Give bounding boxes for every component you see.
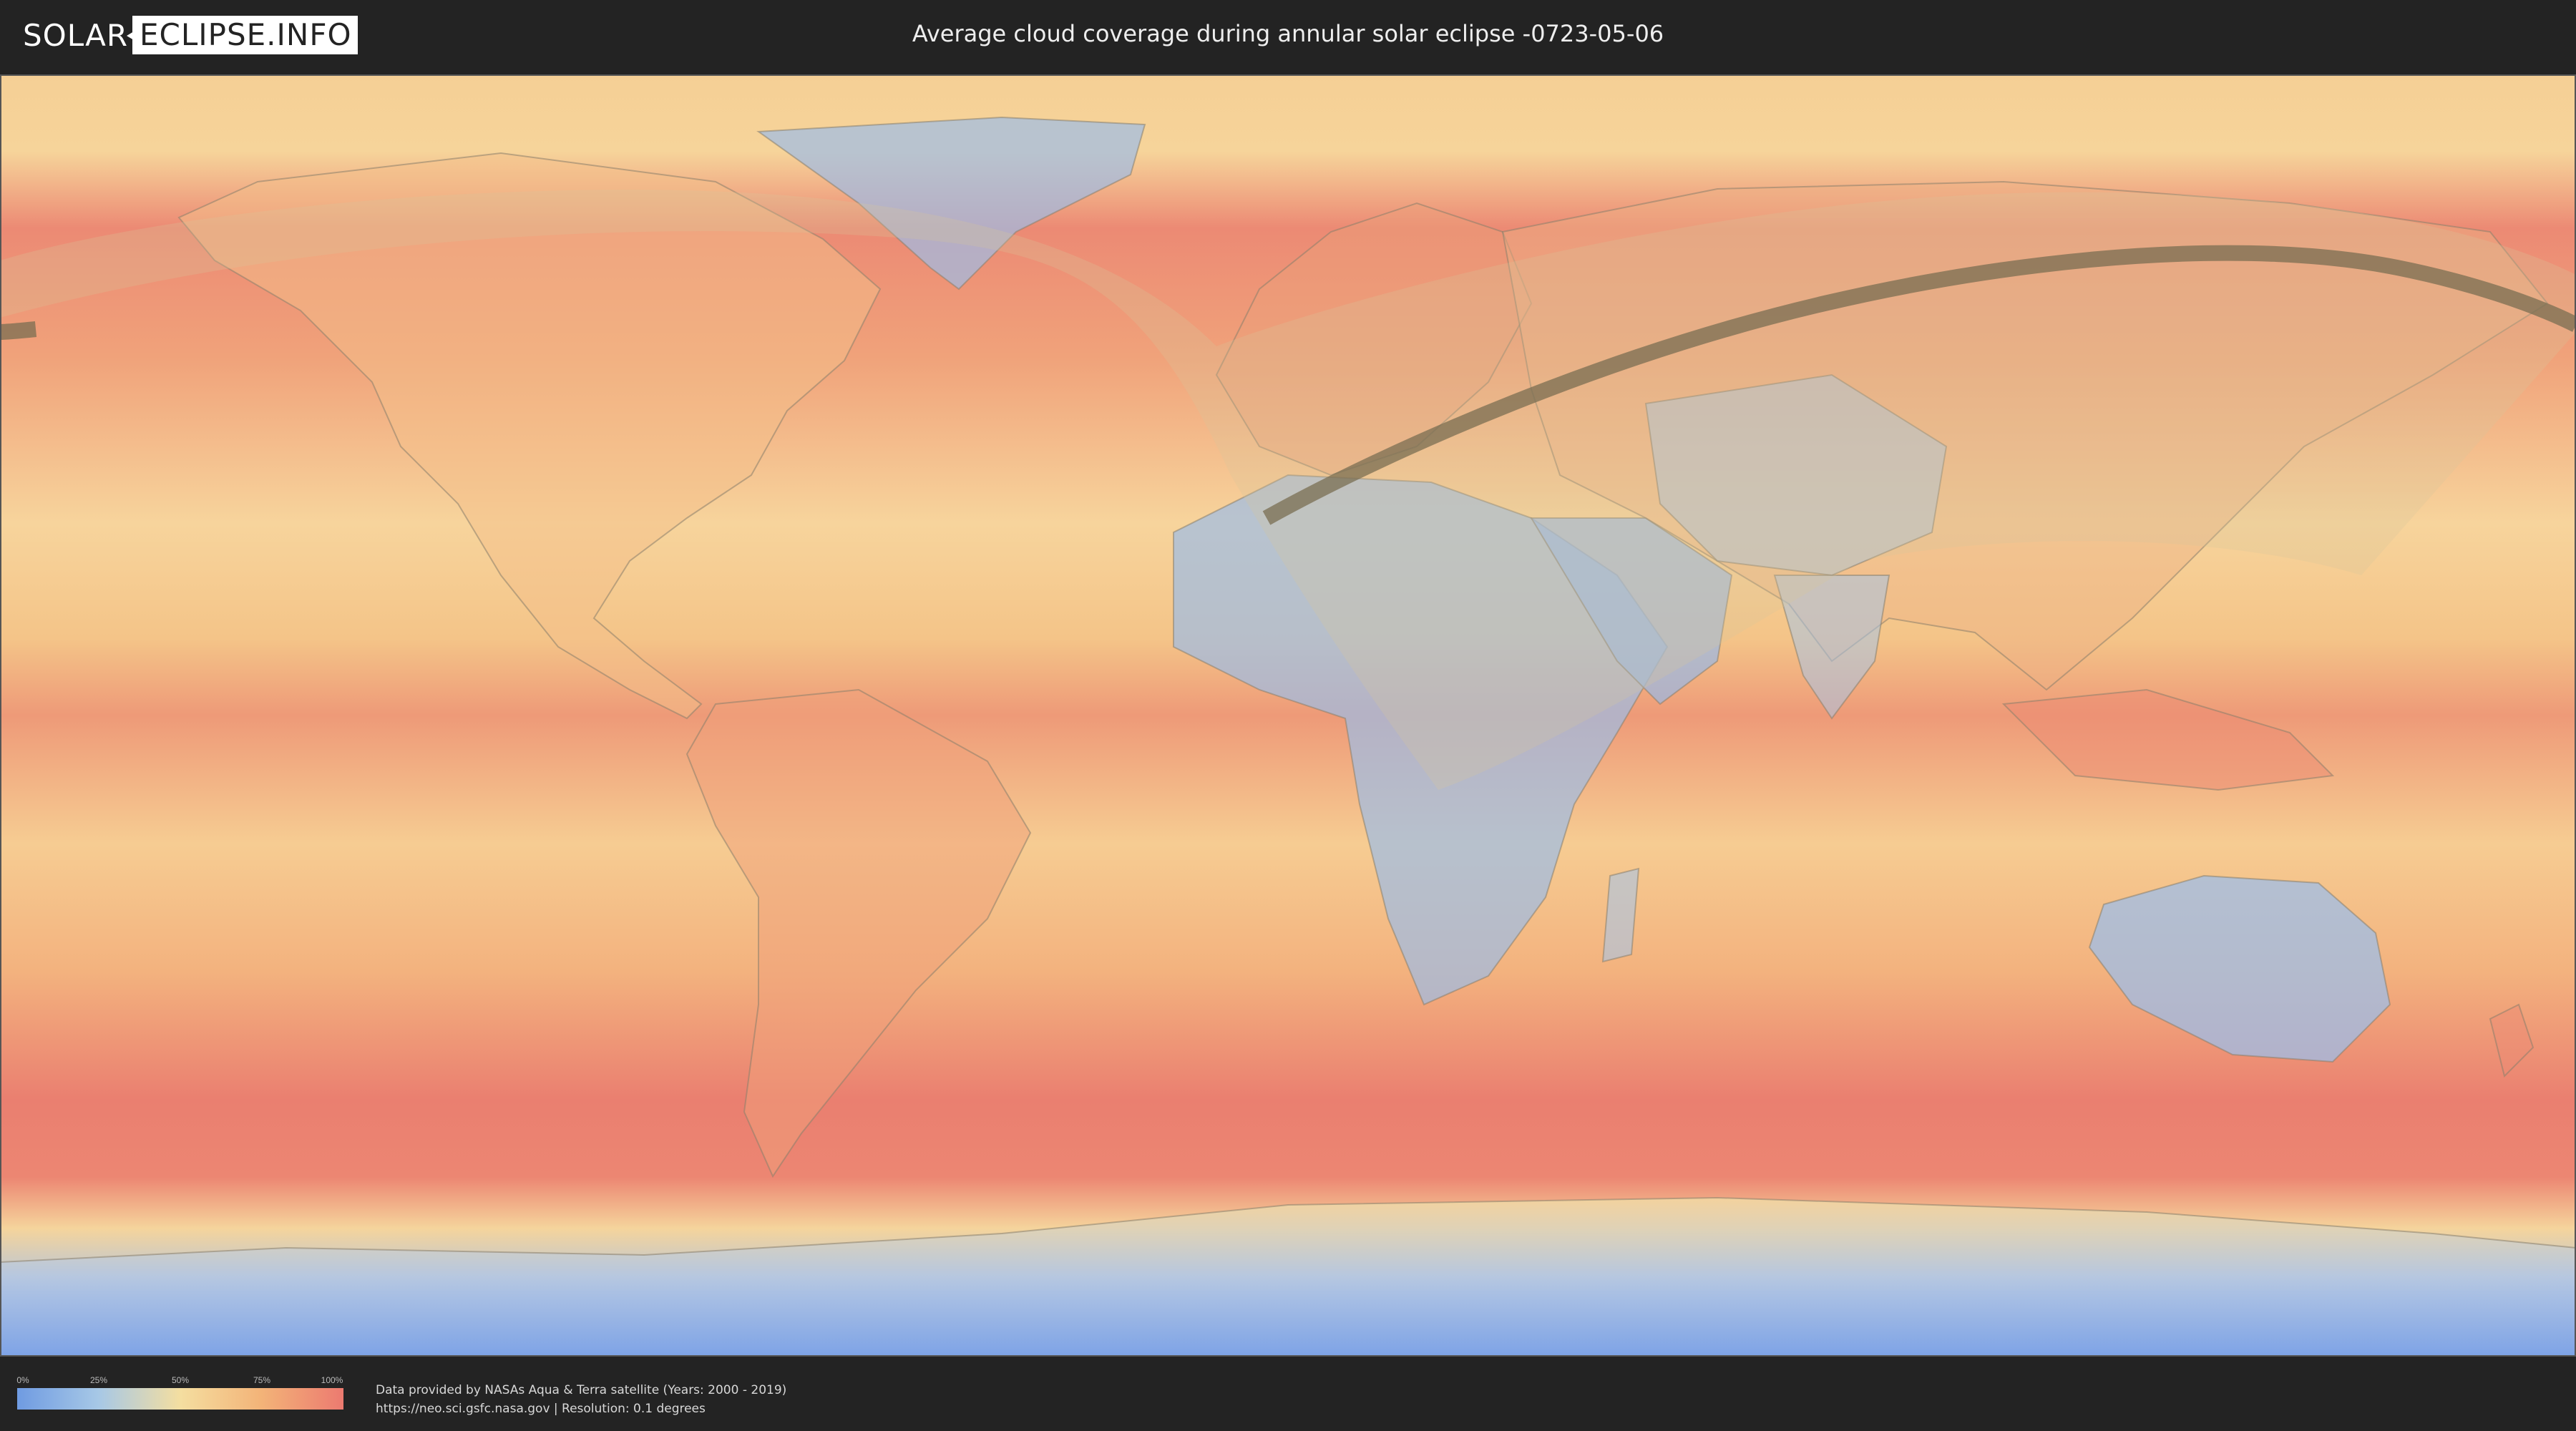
- world-map-svg: [0, 74, 2576, 1357]
- legend-tick-75: 75%: [253, 1375, 271, 1385]
- data-credits: Data provided by NASAs Aqua & Terra sate…: [376, 1381, 786, 1418]
- eclipse-central-path-west: [0, 321, 37, 340]
- legend-tick-25: 25%: [89, 1375, 108, 1385]
- header: SOLAR ECLIPSE.INFO Average cloud coverag…: [0, 0, 2576, 72]
- credits-line-url[interactable]: https://neo.sci.gsfc.nasa.gov | Resoluti…: [376, 1400, 786, 1418]
- page: SOLAR ECLIPSE.INFO Average cloud coverag…: [0, 0, 2576, 1431]
- page-title: Average cloud coverage during annular so…: [912, 20, 1664, 47]
- legend-tick-100: 100%: [321, 1375, 343, 1385]
- legend-tick-0: 0%: [16, 1375, 29, 1385]
- cloud-coverage-map: [0, 74, 2576, 1357]
- legend-color-bar: [17, 1388, 343, 1410]
- footer: 0% 25% 50% 75% 100% Data provided by NAS…: [0, 1357, 2576, 1431]
- legend-tick-50: 50%: [171, 1375, 190, 1385]
- credits-line-source: Data provided by NASAs Aqua & Terra sate…: [376, 1383, 787, 1397]
- legend-ticks: 0% 25% 50% 75% 100%: [16, 1375, 343, 1388]
- cloud-coverage-legend: 0% 25% 50% 75% 100%: [16, 1375, 343, 1410]
